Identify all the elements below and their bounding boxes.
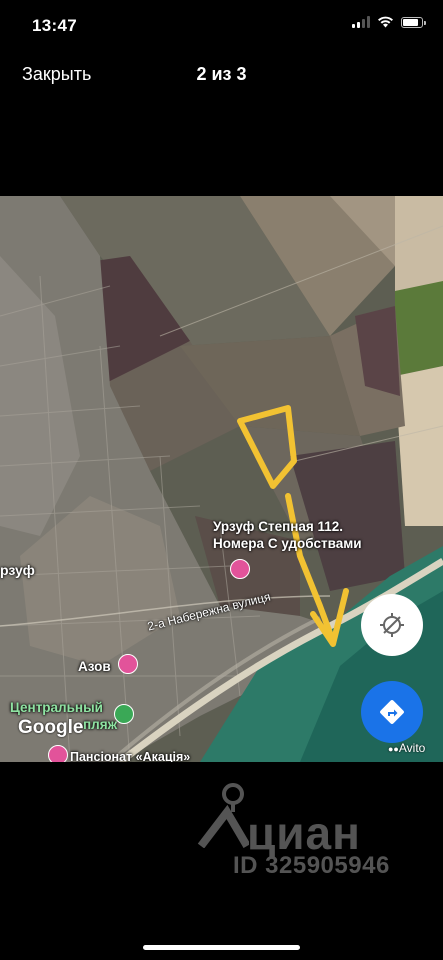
hotel-pin-icon[interactable] [118,654,138,674]
status-bar: 13:47 [0,0,443,50]
recenter-button[interactable] [361,594,423,656]
avito-text: Avito [398,741,426,755]
battery-icon [401,16,426,28]
directions-icon [380,700,404,724]
hotel-pin-icon[interactable] [230,559,250,579]
crosshair-icon [380,613,404,637]
map-label-central-beach-1: Центральный [10,700,103,715]
cian-id: ID 325905946 [233,852,390,879]
cian-watermark: циан ID 325905946 [195,782,425,882]
map-label-central-beach-2: пляж [83,717,118,732]
avito-dots-icon: ●● [388,744,399,754]
listing-photo[interactable]: Урзуф Степная 112. Номера С удобствами р… [0,196,443,762]
map-label-place-desc: Номера С удобствами [213,536,362,551]
beach-pin-icon[interactable] [114,704,134,724]
google-logo: Google [18,717,84,738]
status-time: 13:47 [32,16,77,35]
directions-button[interactable] [361,681,423,743]
viewer-nav: 2 из 3 Закрыть [0,62,443,90]
map-label-place-name: Урзуф Степная 112. [213,519,344,534]
satellite-map-image [0,196,443,762]
status-icons [352,16,426,28]
cellular-signal-icon [352,16,370,28]
hotel-pin-icon[interactable] [48,745,68,762]
close-button[interactable]: Закрыть [22,64,91,85]
map-label-town: рзуф [0,562,35,578]
map-label-azov: Азов [78,659,111,674]
map-label-pension: Пансіонат «Акація» [70,750,191,762]
wifi-icon [378,16,393,28]
home-indicator[interactable] [143,945,300,950]
location-pin-icon [197,783,249,848]
avito-watermark: ●●Avito [388,741,425,755]
